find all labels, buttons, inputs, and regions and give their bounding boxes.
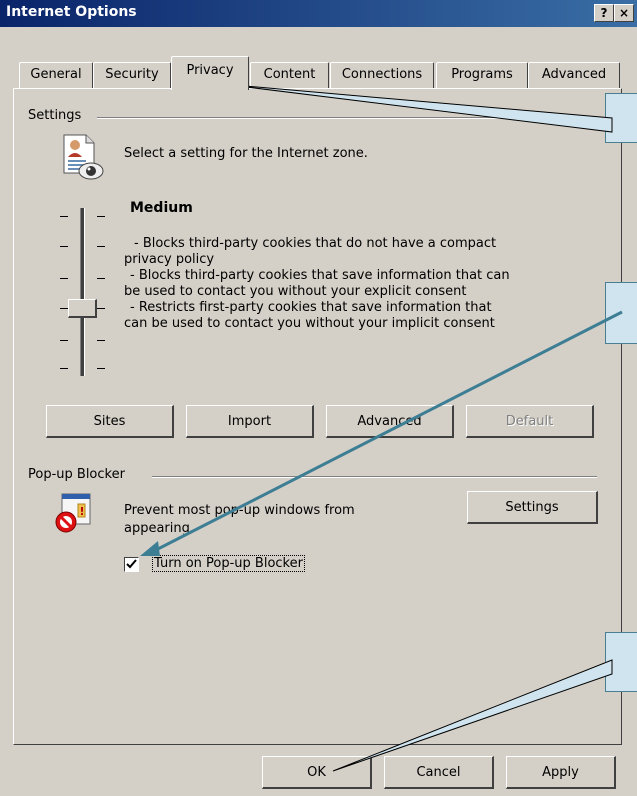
tab-connections[interactable]: Connections — [330, 62, 434, 89]
tab-content[interactable]: Content — [250, 62, 329, 89]
tab-programs[interactable]: Programs — [436, 62, 528, 89]
slider-tick — [97, 368, 105, 369]
tab-label: General — [30, 67, 82, 82]
callout-box-ok — [605, 632, 637, 692]
button-label: OK — [307, 765, 326, 780]
slider-tick — [97, 340, 105, 341]
tab-privacy[interactable]: Privacy — [171, 56, 249, 90]
import-button[interactable]: Import — [186, 405, 314, 438]
slider-tick — [60, 308, 68, 309]
button-label: Apply — [542, 765, 579, 780]
default-button: Default — [466, 405, 594, 438]
popup-blocker-icon: ! — [55, 493, 91, 533]
popup-blocker-checkbox[interactable] — [124, 557, 139, 572]
tab-general[interactable]: General — [19, 62, 93, 89]
slider-tick — [97, 216, 105, 217]
popup-description-line1: Prevent most pop-up windows from — [124, 503, 355, 518]
slider-tick — [60, 368, 68, 369]
slider-tick — [97, 308, 105, 309]
tab-label: Connections — [341, 67, 423, 82]
slider-tick — [97, 246, 105, 247]
popup-blocker-checkbox-label[interactable]: Turn on Pop-up Blocker — [152, 555, 305, 572]
privacy-document-icon — [63, 134, 104, 180]
window-title: Internet Options — [6, 4, 137, 20]
ok-button[interactable]: OK — [262, 756, 372, 789]
button-label: Sites — [93, 414, 126, 429]
popup-group-divider — [152, 476, 597, 478]
button-label: Advanced — [357, 414, 422, 429]
callout-box-tab — [605, 93, 637, 143]
internet-options-dialog: Internet Options ? × General Security Pr… — [0, 0, 637, 796]
popup-settings-button[interactable]: Settings — [467, 491, 598, 524]
button-label: Cancel — [416, 765, 461, 780]
slider-tick — [60, 340, 68, 341]
description-line: be used to contact you without your expl… — [124, 284, 467, 299]
slider-tick — [97, 278, 105, 279]
tab-advanced[interactable]: Advanced — [528, 62, 620, 89]
apply-button[interactable]: Apply — [506, 756, 616, 789]
advanced-button[interactable]: Advanced — [326, 405, 454, 438]
tab-label: Advanced — [541, 67, 607, 82]
privacy-level-description: - Blocks third-party cookies that do not… — [124, 236, 584, 332]
slider-thumb[interactable] — [68, 299, 97, 319]
help-button[interactable]: ? — [594, 4, 614, 22]
button-label: Default — [505, 414, 554, 429]
tab-label: Programs — [451, 67, 513, 82]
description-line: privacy policy — [124, 252, 215, 267]
tab-label: Content — [263, 67, 316, 82]
checkmark-icon — [126, 559, 137, 569]
popup-description-line2: appearing. — [124, 521, 195, 536]
slider-tick — [60, 278, 68, 279]
slider-track — [80, 208, 85, 376]
close-button[interactable]: × — [614, 4, 634, 22]
svg-text:!: ! — [80, 505, 85, 518]
slider-tick — [60, 246, 68, 247]
cancel-button[interactable]: Cancel — [384, 756, 494, 789]
description-line: - Blocks third-party cookies that do not… — [134, 236, 497, 251]
button-label: Import — [227, 414, 272, 429]
privacy-level-title: Medium — [130, 200, 193, 216]
tab-label: Security — [105, 67, 159, 82]
description-line: can be used to contact you without your … — [124, 316, 495, 331]
sites-button[interactable]: Sites — [46, 405, 174, 438]
zone-instruction-text: Select a setting for the Internet zone. — [124, 146, 368, 161]
popup-blocker-group-label: Pop-up Blocker — [28, 467, 125, 482]
button-label: Settings — [505, 500, 559, 515]
tab-label: Privacy — [186, 63, 234, 78]
settings-group-label: Settings — [28, 108, 82, 123]
tab-security[interactable]: Security — [93, 62, 171, 89]
settings-group-divider — [97, 117, 597, 119]
description-line: - Blocks third-party cookies that save i… — [130, 268, 510, 283]
callout-box-checkbox — [605, 282, 637, 344]
title-bar[interactable]: Internet Options ? × — [0, 0, 637, 27]
slider-tick — [60, 216, 68, 217]
description-line: - Restricts first-party cookies that sav… — [130, 300, 492, 315]
